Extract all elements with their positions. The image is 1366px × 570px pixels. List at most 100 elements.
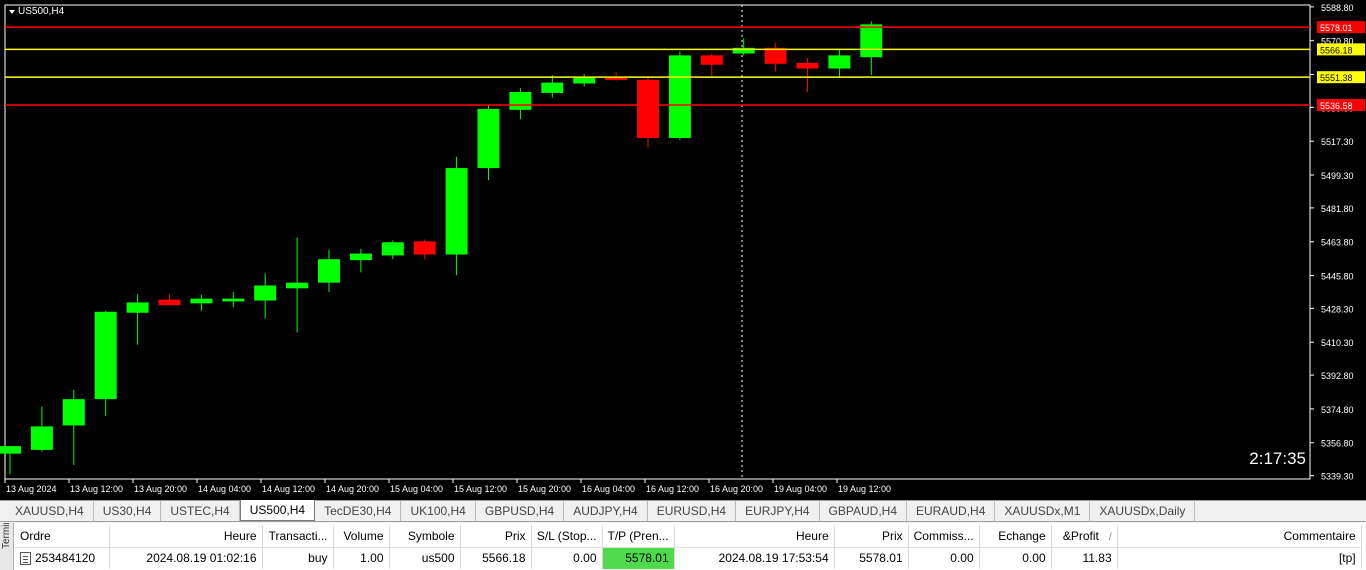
cell-swap: 0.00: [979, 547, 1052, 569]
price-tick-label: 5356.80: [1321, 439, 1354, 449]
candle-body: [700, 55, 723, 65]
time-tick-label: 19 Aug 04:00: [774, 484, 827, 494]
cell-close-price: 5578.01: [834, 547, 909, 569]
dropdown-triangle-icon[interactable]: [9, 9, 15, 14]
time-tick-label: 14 Aug 12:00: [262, 484, 315, 494]
chart-tab[interactable]: US500,H4: [239, 500, 316, 521]
time-tick-label: 14 Aug 20:00: [326, 484, 379, 494]
candle-body: [477, 108, 500, 169]
cell-close-time: 2024.08.19 17:53:54: [674, 547, 835, 569]
candle-body: [349, 253, 372, 261]
tp-line-label: 5578.01: [1320, 23, 1353, 33]
col-header-symbol[interactable]: Symbole: [389, 525, 461, 548]
price-tick-label: 5428.30: [1321, 304, 1354, 314]
chart-tab[interactable]: XAUUSDx,M1: [995, 501, 1091, 521]
candle-body: [158, 299, 181, 306]
col-header-profit[interactable]: &Profit /: [1051, 525, 1118, 548]
cell-comment: [tp]: [1117, 547, 1362, 569]
cell-order: 253484120: [15, 547, 110, 569]
chart-tab[interactable]: GBPUSD,H4: [476, 501, 565, 521]
col-header-commission[interactable]: Commiss...: [908, 525, 980, 548]
col-header-sl[interactable]: S/L (Stop...: [531, 525, 603, 548]
candle-body: [222, 298, 245, 302]
terminal-side-label: Terminal: [1, 523, 12, 549]
chart-tab[interactable]: TecDE30,H4: [315, 501, 402, 521]
table-row[interactable]: 253484120 2024.08.19 01:02:16 buy 1.00 u…: [15, 547, 1362, 569]
candle-body: [541, 82, 564, 93]
col-header-close-price[interactable]: Prix: [834, 525, 909, 548]
col-header-comment[interactable]: Commentaire: [1117, 525, 1362, 548]
chart-tab[interactable]: UK100,H4: [401, 501, 476, 521]
chart-symbol-text: US500,H4: [18, 6, 65, 17]
chart-symbol-label: US500,H4: [9, 6, 64, 17]
col-header-tp[interactable]: T/P (Pren...: [602, 525, 675, 548]
cell-tp: 5578.01: [602, 547, 675, 569]
chart-tab[interactable]: EURAUD,H4: [907, 501, 996, 521]
yellow-level-line-label: 5551.38: [1320, 73, 1353, 83]
cell-sl: 0.00: [531, 547, 603, 569]
col-header-volume[interactable]: Volume: [333, 525, 390, 548]
candle-body: [764, 47, 787, 64]
time-tick-label: 14 Aug 04:00: [198, 484, 251, 494]
chart-tab[interactable]: XAUUSDx,Daily: [1090, 501, 1196, 521]
time-tick-label: 16 Aug 12:00: [646, 484, 699, 494]
candle-body: [190, 298, 213, 304]
candle-body: [30, 426, 53, 450]
cell-volume: 1.00: [333, 547, 390, 569]
open-price-line-label: 5566.18: [1320, 45, 1353, 55]
candlestick-chart[interactable]: 5588.805570.805552.805535.305517.305499.…: [0, 0, 1366, 500]
candle-body: [509, 91, 532, 110]
price-tick-label: 5463.80: [1321, 238, 1354, 248]
col-header-close-time[interactable]: Heure: [674, 525, 835, 548]
candle-body: [0, 446, 21, 454]
chart-tab[interactable]: EURUSD,H4: [648, 501, 737, 521]
time-tick-label: 13 Aug 20:00: [134, 484, 187, 494]
chart-tab[interactable]: EURJPY,H4: [736, 501, 820, 521]
table-header-row: Ordre Heure Transacti... Volume Symbole …: [15, 525, 1362, 548]
col-header-order[interactable]: Ordre: [15, 525, 110, 548]
trade-history-table: Ordre Heure Transacti... Volume Symbole …: [15, 525, 1362, 569]
price-tick-label: 5374.80: [1321, 405, 1354, 415]
candle-body: [381, 242, 404, 256]
time-tick-label: 16 Aug 04:00: [582, 484, 635, 494]
price-tick-label: 5445.80: [1321, 272, 1354, 282]
chart-tab[interactable]: USTEC,H4: [161, 501, 240, 521]
cell-open-time: 2024.08.19 01:02:16: [109, 547, 263, 569]
time-tick-label: 19 Aug 12:00: [838, 484, 891, 494]
cell-order-value: 253484120: [35, 551, 96, 566]
price-tick-label: 5392.80: [1321, 371, 1354, 381]
candle-body: [62, 399, 85, 426]
time-tick-label: 15 Aug 20:00: [518, 484, 571, 494]
candle-body: [637, 79, 659, 139]
candle-body: [605, 77, 628, 80]
terminal-side-tab[interactable]: Terminal: [0, 523, 14, 570]
col-header-open-time[interactable]: Heure: [109, 525, 263, 548]
sl-line-label: 5536.58: [1320, 101, 1353, 111]
time-tick-label: 13 Aug 2024: [6, 484, 57, 494]
time-tick-label: 13 Aug 12:00: [70, 484, 123, 494]
chart-tab[interactable]: GBPAUD,H4: [820, 501, 908, 521]
candle-body: [573, 76, 596, 84]
price-tick-label: 5410.30: [1321, 338, 1354, 348]
time-tick-label: 15 Aug 04:00: [390, 484, 443, 494]
candle-body: [668, 55, 691, 139]
sort-indicator-icon: /: [1108, 531, 1112, 543]
price-tick-label: 5499.30: [1321, 171, 1354, 181]
col-header-swap[interactable]: Echange: [979, 525, 1052, 548]
chart-tab[interactable]: AUDJPY,H4: [564, 501, 648, 521]
chart-tab[interactable]: US30,H4: [94, 501, 162, 521]
candle-body: [796, 62, 819, 69]
col-header-type[interactable]: Transacti...: [262, 525, 334, 548]
chart-tab[interactable]: XAUUSD,H4: [6, 501, 94, 521]
candle-body: [413, 241, 436, 255]
profit-header-label: &Profit: [1062, 528, 1099, 543]
cell-profit: 11.83: [1051, 547, 1118, 569]
candle-body: [254, 285, 277, 301]
plot-frame: [4, 4, 1311, 480]
price-tick-label: 5588.80: [1321, 3, 1354, 13]
chart-area[interactable]: 5588.805570.805552.805535.305517.305499.…: [0, 0, 1366, 500]
candle-body: [286, 282, 309, 289]
col-header-open-price[interactable]: Prix: [460, 525, 532, 548]
cell-symbol: us500: [389, 547, 461, 569]
candle-body: [126, 302, 149, 313]
